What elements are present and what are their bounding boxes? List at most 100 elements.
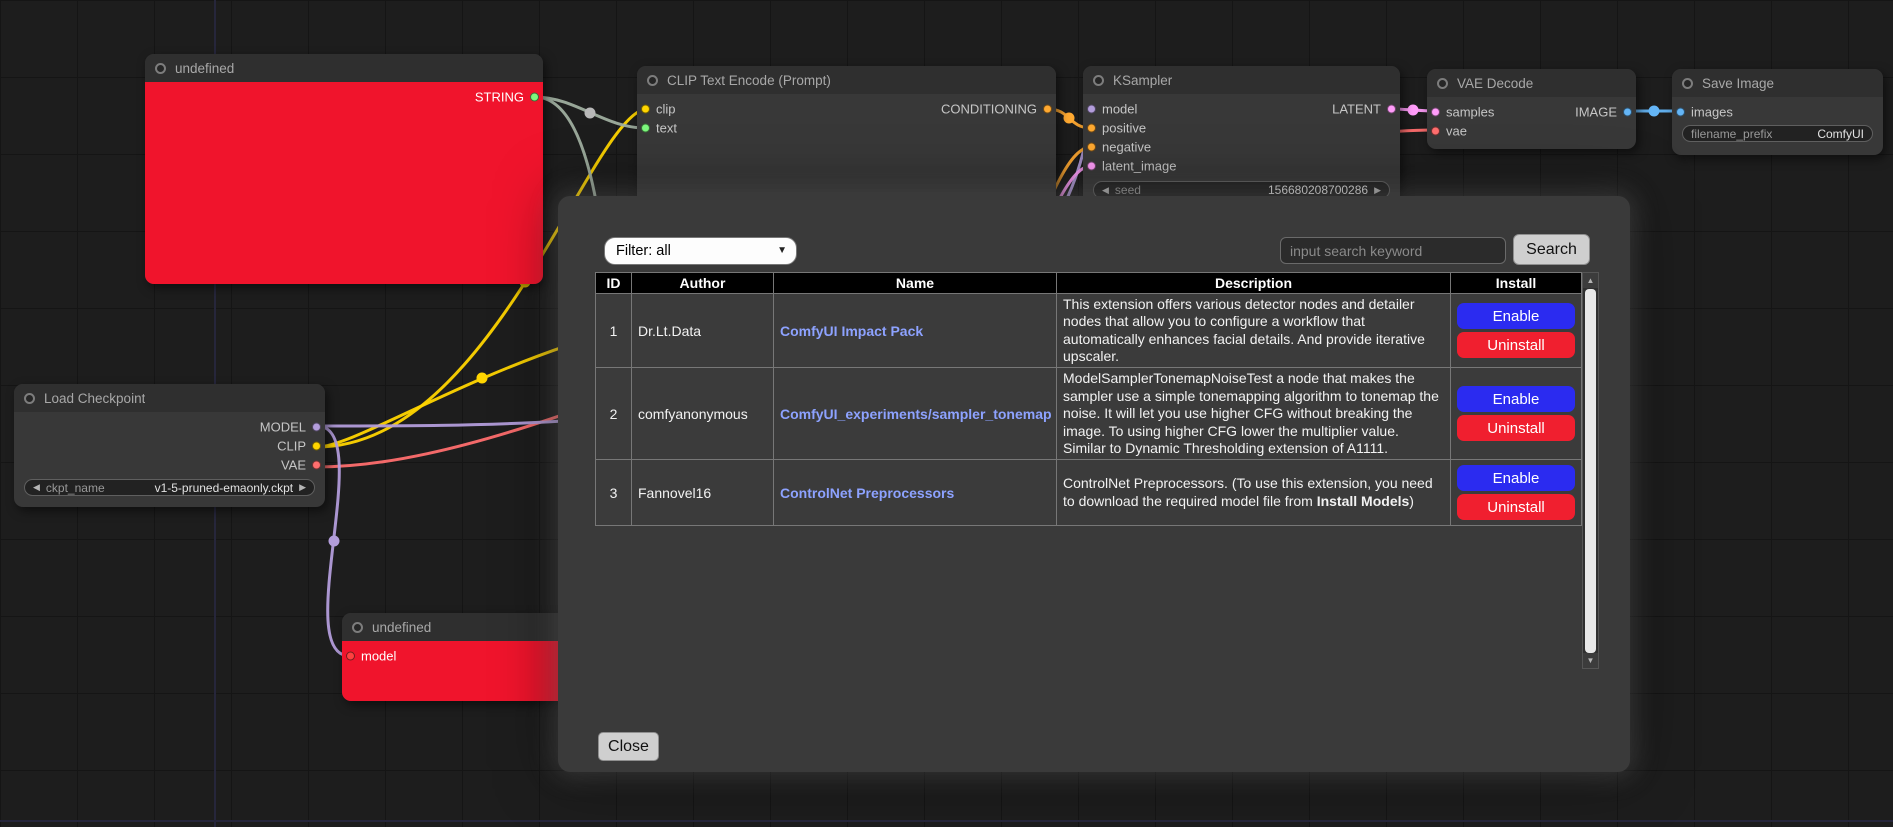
filename-prefix-widget[interactable]: filename_prefix ComfyUI <box>1682 125 1873 142</box>
node-title: undefined <box>372 620 431 635</box>
model-slot-dot[interactable] <box>312 422 321 431</box>
header-install: Install <box>1451 273 1582 294</box>
images-slot-dot[interactable] <box>1676 107 1685 116</box>
increment-arrow-icon[interactable]: ▶ <box>1374 186 1381 195</box>
link-dot <box>1649 106 1660 117</box>
output-slot-model[interactable]: MODEL <box>260 419 321 434</box>
node-header[interactable]: undefined <box>145 54 543 82</box>
collapse-dot-icon[interactable] <box>352 622 363 633</box>
header-id: ID <box>596 273 632 294</box>
slot-label: IMAGE <box>1575 104 1617 119</box>
cell-name: ComfyUI Impact Pack <box>774 294 1057 368</box>
node-header[interactable]: Load Checkpoint <box>14 384 325 412</box>
ckpt-name-widget[interactable]: ◀ ckpt_name v1-5-pruned-emaonly.ckpt ▶ <box>24 479 315 496</box>
enable-button[interactable]: Enable <box>1457 465 1575 491</box>
positive-slot-dot[interactable] <box>1087 123 1096 132</box>
collapse-dot-icon[interactable] <box>24 393 35 404</box>
output-slot-conditioning[interactable]: CONDITIONING <box>941 101 1052 116</box>
enable-button[interactable]: Enable <box>1457 386 1575 412</box>
uninstall-button[interactable]: Uninstall <box>1457 494 1575 520</box>
extension-link[interactable]: ControlNet Preprocessors <box>780 485 954 501</box>
input-slot-clip[interactable]: clip <box>641 101 676 116</box>
collapse-dot-icon[interactable] <box>1437 78 1448 89</box>
node-undefined-bottom[interactable]: undefined model <box>342 613 568 701</box>
latent-slot-dot[interactable] <box>1387 104 1396 113</box>
output-slot-latent[interactable]: LATENT <box>1332 101 1396 116</box>
collapse-dot-icon[interactable] <box>1682 78 1693 89</box>
input-slot-model[interactable]: model <box>1087 101 1137 116</box>
scroll-up-icon[interactable]: ▲ <box>1583 273 1598 288</box>
slot-label: samples <box>1446 104 1494 119</box>
vae-slot-dot[interactable] <box>1431 126 1440 135</box>
input-slot-model[interactable]: model <box>346 648 396 663</box>
collapse-dot-icon[interactable] <box>647 75 658 86</box>
conditioning-slot-dot[interactable] <box>1043 104 1052 113</box>
string-slot-dot[interactable] <box>530 92 539 101</box>
output-slot-string[interactable]: STRING <box>475 89 539 104</box>
node-title: VAE Decode <box>1457 76 1533 91</box>
scrollbar-thumb[interactable] <box>1585 289 1596 653</box>
input-slot-images[interactable]: images <box>1676 104 1733 119</box>
node-undefined-top[interactable]: undefined STRING <box>145 54 543 284</box>
input-slot-vae[interactable]: vae <box>1431 123 1467 138</box>
collapse-dot-icon[interactable] <box>1093 75 1104 86</box>
uninstall-button[interactable]: Uninstall <box>1457 332 1575 358</box>
node-save-image[interactable]: Save Image images filename_prefix ComfyU… <box>1672 69 1883 155</box>
decrement-arrow-icon[interactable]: ◀ <box>33 483 40 492</box>
widget-label: filename_prefix <box>1691 127 1772 141</box>
negative-slot-dot[interactable] <box>1087 142 1096 151</box>
search-button[interactable]: Search <box>1513 234 1590 265</box>
cell-install: Enable Uninstall <box>1451 460 1582 526</box>
enable-button[interactable]: Enable <box>1457 303 1575 329</box>
cell-name: ComfyUI_experiments/sampler_tonemap <box>774 368 1057 460</box>
node-header[interactable]: Save Image <box>1672 69 1883 97</box>
input-slot-positive[interactable]: positive <box>1087 120 1146 135</box>
input-slot-latent-image[interactable]: latent_image <box>1087 158 1176 173</box>
filter-select-wrap: Filter: all ▼ <box>604 237 797 265</box>
decrement-arrow-icon[interactable]: ◀ <box>1102 186 1109 195</box>
clip-slot-dot[interactable] <box>641 104 650 113</box>
description-end: ) <box>1409 493 1414 509</box>
output-slot-image[interactable]: IMAGE <box>1575 104 1632 119</box>
link-dot <box>1408 105 1419 116</box>
slot-label: STRING <box>475 89 524 104</box>
clip-slot-dot[interactable] <box>312 441 321 450</box>
close-button[interactable]: Close <box>598 732 659 761</box>
scroll-down-icon[interactable]: ▼ <box>1583 653 1598 668</box>
comfyui-app: undefined STRING CLIP Text Encode (Promp… <box>0 0 1893 827</box>
node-load-checkpoint[interactable]: Load Checkpoint MODEL CLIP <box>14 384 325 507</box>
output-slot-clip[interactable]: CLIP <box>277 438 321 453</box>
input-slot-negative[interactable]: negative <box>1087 139 1151 154</box>
collapse-dot-icon[interactable] <box>155 63 166 74</box>
cell-description: This extension offers various detector n… <box>1057 294 1451 368</box>
model-slot-dot[interactable] <box>346 651 355 660</box>
node-header[interactable]: undefined <box>342 613 568 641</box>
description-text: ModelSamplerTonemapNoiseTest a node that… <box>1063 370 1439 455</box>
node-header[interactable]: CLIP Text Encode (Prompt) <box>637 66 1056 94</box>
node-header[interactable]: KSampler <box>1083 66 1400 94</box>
node-clip-text-encode[interactable]: CLIP Text Encode (Prompt) clip CONDITION… <box>637 66 1056 206</box>
extension-link[interactable]: ComfyUI_experiments/sampler_tonemap <box>780 406 1052 422</box>
table-scrollbar[interactable]: ▲ ▼ <box>1582 272 1599 669</box>
input-slot-samples[interactable]: samples <box>1431 104 1494 119</box>
filter-select[interactable]: Filter: all <box>604 237 797 265</box>
model-slot-dot[interactable] <box>1087 104 1096 113</box>
samples-slot-dot[interactable] <box>1431 107 1440 116</box>
table-row: 3 Fannovel16 ControlNet Preprocessors Co… <box>596 460 1582 526</box>
output-slot-vae[interactable]: VAE <box>281 457 321 472</box>
vae-slot-dot[interactable] <box>312 460 321 469</box>
extension-link[interactable]: ComfyUI Impact Pack <box>780 323 923 339</box>
input-slot-text[interactable]: text <box>641 120 677 135</box>
link-dot <box>477 373 488 384</box>
uninstall-button[interactable]: Uninstall <box>1457 415 1575 441</box>
node-vae-decode[interactable]: VAE Decode samples IMAGE vae <box>1427 69 1636 149</box>
cell-install: Enable Uninstall <box>1451 368 1582 460</box>
search-input[interactable] <box>1280 237 1506 264</box>
image-slot-dot[interactable] <box>1623 107 1632 116</box>
text-slot-dot[interactable] <box>641 123 650 132</box>
node-header[interactable]: VAE Decode <box>1427 69 1636 97</box>
node-ksampler[interactable]: KSampler model LATENT positiv <box>1083 66 1400 211</box>
latent-image-slot-dot[interactable] <box>1087 161 1096 170</box>
cell-author: Dr.Lt.Data <box>632 294 774 368</box>
increment-arrow-icon[interactable]: ▶ <box>299 483 306 492</box>
